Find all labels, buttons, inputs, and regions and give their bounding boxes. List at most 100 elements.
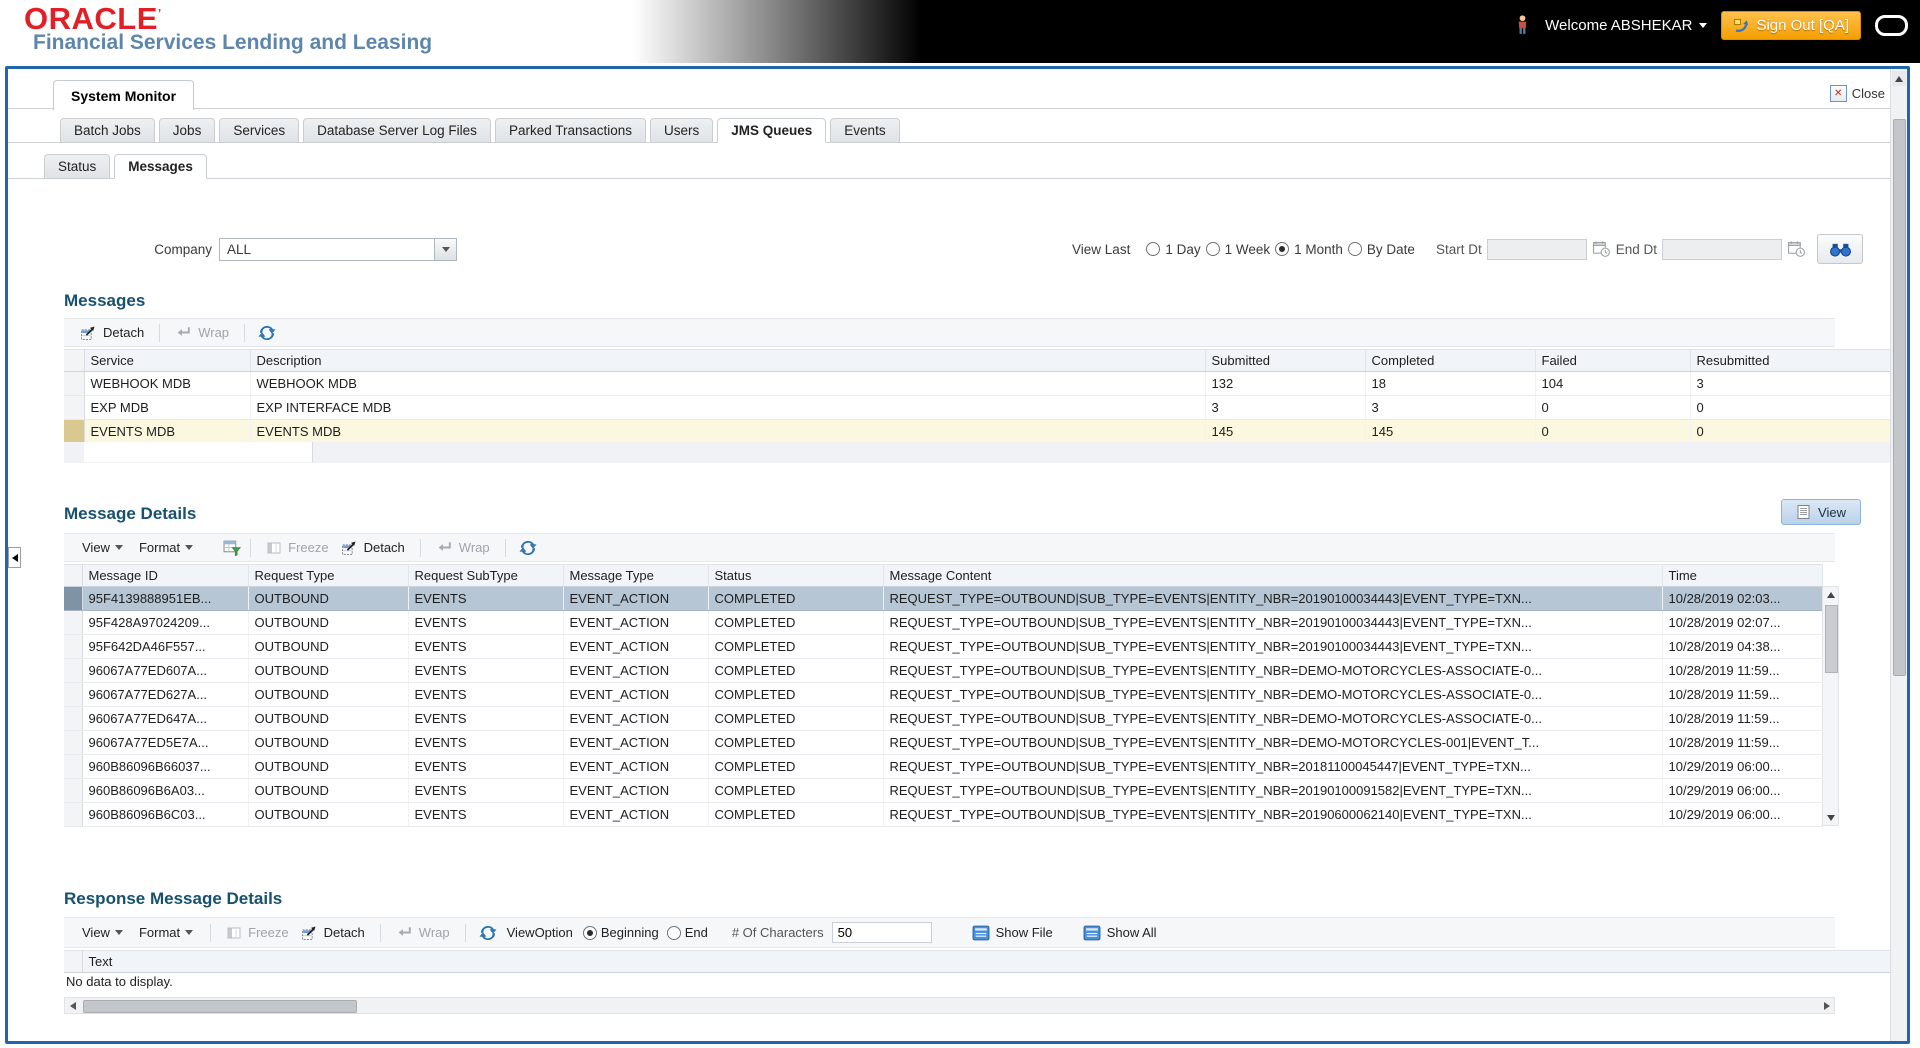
query-by-example-icon[interactable]: [223, 539, 242, 556]
cell-request-type: OUTBOUND: [248, 610, 409, 635]
tab-events[interactable]: Events: [830, 118, 900, 143]
col-message-content[interactable]: Message Content: [883, 564, 1663, 587]
radio-beginning[interactable]: [582, 925, 597, 940]
tab-status[interactable]: Status: [44, 154, 111, 179]
tab-jms-queues[interactable]: JMS Queues: [717, 118, 827, 143]
cell-message-content: REQUEST_TYPE=OUTBOUND|SUB_TYPE=EVENTS|EN…: [883, 754, 1663, 779]
row-header: [64, 564, 83, 587]
cell-time: 10/28/2019 02:03...: [1662, 586, 1823, 611]
table-row[interactable]: 960B86096B66037... OUTBOUND EVENTS EVENT…: [64, 754, 1823, 779]
table-row[interactable]: WEBHOOK MDB WEBHOOK MDB 132 18 104 3: [64, 371, 1891, 396]
tab-jobs[interactable]: Jobs: [158, 118, 216, 143]
view-menu[interactable]: View: [74, 540, 131, 555]
col-failed[interactable]: Failed: [1535, 349, 1691, 372]
detach-button[interactable]: Detach: [335, 539, 411, 556]
col-time[interactable]: Time: [1662, 564, 1823, 587]
freeze-button: Freeze: [260, 540, 334, 556]
view-menu[interactable]: View: [74, 925, 131, 940]
wrap-icon: [436, 539, 453, 556]
cell-request-subtype: EVENTS: [408, 634, 564, 659]
scrollbar-thumb[interactable]: [83, 1000, 357, 1013]
refresh-icon[interactable]: [519, 539, 537, 557]
scroll-left-arrow[interactable]: [65, 998, 80, 1013]
tab-batch-jobs[interactable]: Batch Jobs: [60, 118, 155, 143]
show-all-button[interactable]: Show All: [1077, 925, 1163, 941]
cell-time: 10/28/2019 11:59...: [1662, 730, 1823, 755]
table-row[interactable]: 96067A77ED647A... OUTBOUND EVENTS EVENT_…: [64, 706, 1823, 731]
company-dropdown-button[interactable]: [434, 238, 456, 260]
welcome-user-menu[interactable]: Welcome ABSHEKAR: [1545, 17, 1708, 34]
col-request-subtype[interactable]: Request SubType: [408, 564, 564, 587]
tab-users[interactable]: Users: [650, 118, 714, 143]
window-title-tab[interactable]: System Monitor: [53, 80, 195, 110]
view-button[interactable]: View: [1781, 499, 1861, 525]
format-menu[interactable]: Format: [131, 540, 201, 555]
radio-1-week[interactable]: [1205, 242, 1220, 256]
col-message-type[interactable]: Message Type: [563, 564, 709, 587]
scroll-up-arrow[interactable]: [1823, 587, 1838, 602]
scrollbar-thumb[interactable]: [1825, 605, 1838, 673]
tab-messages[interactable]: Messages: [114, 154, 207, 179]
col-resubmitted[interactable]: Resubmitted: [1690, 349, 1891, 372]
format-menu[interactable]: Format: [131, 925, 201, 940]
messages-toolbar: Detach Wrap: [64, 318, 1835, 347]
table-row-selected[interactable]: EVENTS MDB EVENTS MDB 145 145 0 0: [64, 419, 1891, 444]
table-row[interactable]: 95F642DA46F557... OUTBOUND EVENTS EVENT_…: [64, 634, 1823, 659]
detach-button[interactable]: Detach: [295, 924, 371, 941]
refresh-icon[interactable]: [258, 324, 276, 342]
tab-database-server-log-files[interactable]: Database Server Log Files: [303, 118, 491, 143]
table-row[interactable]: EXP MDB EXP INTERFACE MDB 3 3 0 0: [64, 395, 1891, 420]
table-row[interactable]: 960B86096B6C03... OUTBOUND EVENTS EVENT_…: [64, 802, 1823, 827]
radio-1-month[interactable]: [1275, 242, 1290, 256]
panel-collapse-handle[interactable]: [8, 547, 21, 568]
radio-1-day[interactable]: [1146, 242, 1161, 256]
radio-end[interactable]: [666, 925, 681, 940]
col-completed[interactable]: Completed: [1365, 349, 1536, 372]
horizontal-scrollbar[interactable]: [64, 997, 1835, 1014]
scroll-down-arrow[interactable]: [1823, 810, 1838, 825]
cell-message-id: 960B86096B6C03...: [82, 802, 249, 827]
message-details-scrollbar[interactable]: [1822, 586, 1839, 826]
start-dt-calendar-icon[interactable]: [1592, 240, 1611, 258]
scroll-up-arrow[interactable]: [1892, 71, 1906, 86]
table-row[interactable]: 96067A77ED607A... OUTBOUND EVENTS EVENT_…: [64, 658, 1823, 683]
toolbar-separator: [379, 923, 381, 942]
cell-message-content: REQUEST_TYPE=OUTBOUND|SUB_TYPE=EVENTS|EN…: [883, 706, 1663, 731]
num-characters-input[interactable]: [831, 922, 932, 943]
cell-status: COMPLETED: [708, 658, 884, 683]
cell-submitted: 132: [1205, 371, 1366, 396]
window-vertical-scrollbar[interactable]: [1890, 69, 1907, 1041]
col-message-id[interactable]: Message ID: [82, 564, 249, 587]
show-file-button[interactable]: Show File: [966, 925, 1059, 941]
tab-parked-transactions[interactable]: Parked Transactions: [494, 118, 646, 143]
sign-out-button[interactable]: Sign Out [QA]: [1721, 10, 1861, 40]
col-description[interactable]: Description: [250, 349, 1206, 372]
cell-message-id: 96067A77ED647A...: [82, 706, 249, 731]
col-status[interactable]: Status: [708, 564, 884, 587]
table-row[interactable]: 96067A77ED627A... OUTBOUND EVENTS EVENT_…: [64, 682, 1823, 707]
table-row-selected[interactable]: 95F4139888951EB... OUTBOUND EVENTS EVENT…: [64, 586, 1823, 611]
close-button[interactable]: ✕ Close: [1829, 85, 1885, 102]
system-monitor-window: ✕ Close System Monitor Batch Jobs Jobs S…: [5, 66, 1910, 1044]
search-button[interactable]: [1817, 234, 1863, 264]
cell-request-subtype: EVENTS: [408, 610, 564, 635]
scrollbar-thumb[interactable]: [1893, 119, 1906, 676]
radio-by-date[interactable]: [1347, 242, 1362, 256]
tab-services[interactable]: Services: [219, 118, 300, 143]
start-dt-input[interactable]: [1486, 238, 1587, 260]
messages-detach-button[interactable]: Detach: [74, 324, 150, 341]
end-dt-input[interactable]: [1662, 238, 1782, 260]
cell-message-id: 96067A77ED5E7A...: [82, 730, 249, 755]
col-request-type[interactable]: Request Type: [248, 564, 409, 587]
refresh-icon[interactable]: [479, 924, 497, 942]
table-row[interactable]: 96067A77ED5E7A... OUTBOUND EVENTS EVENT_…: [64, 730, 1823, 755]
end-dt-calendar-icon[interactable]: [1787, 240, 1806, 258]
table-row[interactable]: 95F428A97024209... OUTBOUND EVENTS EVENT…: [64, 610, 1823, 635]
col-text[interactable]: Text: [82, 950, 1891, 973]
scroll-right-arrow[interactable]: [1819, 998, 1834, 1013]
col-submitted[interactable]: Submitted: [1205, 349, 1366, 372]
table-row[interactable]: 960B86096B6A03... OUTBOUND EVENTS EVENT_…: [64, 778, 1823, 803]
cell-time: 10/29/2019 06:00...: [1662, 802, 1823, 827]
company-select[interactable]: ALL: [219, 237, 457, 261]
col-service[interactable]: Service: [84, 349, 251, 372]
